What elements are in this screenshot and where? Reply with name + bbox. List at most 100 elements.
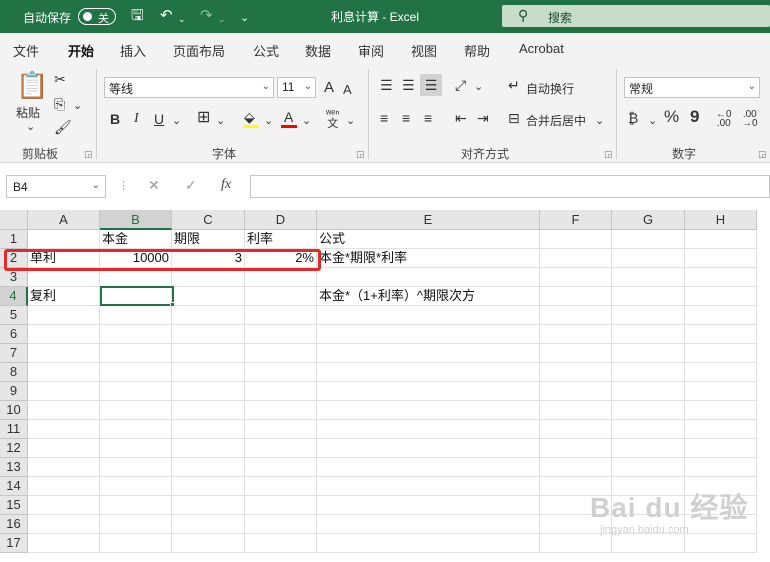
cell-g2[interactable] (612, 249, 685, 268)
cell-d17[interactable] (245, 534, 317, 553)
align-bottom-icon[interactable]: ☰ (420, 74, 442, 96)
column-header-h[interactable]: H (685, 210, 757, 230)
cell-a4[interactable]: 复利 (28, 287, 100, 306)
cell-g10[interactable] (612, 401, 685, 420)
phonetic-dropdown-icon[interactable]: ⌄ (346, 113, 355, 129)
bold-button[interactable]: B (110, 111, 120, 127)
copy-icon[interactable]: ⎘ (54, 96, 65, 112)
column-header-f[interactable]: F (540, 210, 612, 230)
cell-h9[interactable] (685, 382, 757, 401)
cell-c12[interactable] (172, 439, 245, 458)
cell-a17[interactable] (28, 534, 100, 553)
cell-g1[interactable] (612, 230, 685, 249)
format-painter-icon[interactable]: 🖌 (54, 119, 72, 135)
cell-a9[interactable] (28, 382, 100, 401)
cell-a8[interactable] (28, 363, 100, 382)
align-right-icon[interactable]: ≡ (424, 110, 432, 126)
row-header-6[interactable]: 6 (0, 325, 28, 344)
cell-e13[interactable] (317, 458, 540, 477)
paste-dropdown-icon[interactable]: ⌄ (26, 119, 35, 135)
cell-g7[interactable] (612, 344, 685, 363)
cell-h3[interactable] (685, 268, 757, 287)
decrease-decimal-icon[interactable]: .00 →0 (742, 110, 758, 129)
autosave-toggle[interactable]: 关 (78, 8, 116, 25)
cell-c10[interactable] (172, 401, 245, 420)
decrease-indent-icon[interactable]: ⇤ (455, 110, 467, 126)
cell-f2[interactable] (540, 249, 612, 268)
tab-view[interactable]: 视图 (411, 41, 437, 60)
cell-h7[interactable] (685, 344, 757, 363)
cancel-icon[interactable]: ✕ (148, 177, 160, 194)
cell-a14[interactable] (28, 477, 100, 496)
cell-h4[interactable] (685, 287, 757, 306)
row-header-8[interactable]: 8 (0, 363, 28, 382)
cell-a7[interactable] (28, 344, 100, 363)
cell-b8[interactable] (100, 363, 172, 382)
cell-h8[interactable] (685, 363, 757, 382)
cell-e11[interactable] (317, 420, 540, 439)
font-color-icon[interactable]: A (284, 109, 293, 125)
row-header-13[interactable]: 13 (0, 458, 28, 477)
cell-f8[interactable] (540, 363, 612, 382)
row-header-16[interactable]: 16 (0, 515, 28, 534)
borders-dropdown-icon[interactable]: ⌄ (216, 113, 225, 129)
cell-e15[interactable] (317, 496, 540, 515)
cell-b13[interactable] (100, 458, 172, 477)
row-header-14[interactable]: 14 (0, 477, 28, 496)
select-all-button[interactable] (0, 210, 28, 230)
row-header-9[interactable]: 9 (0, 382, 28, 401)
row-header-11[interactable]: 11 (0, 420, 28, 439)
cell-e4[interactable]: 本金*（1+利率）^期限次方 (317, 287, 540, 306)
borders-icon[interactable]: ⊞ (197, 110, 210, 126)
cell-g11[interactable] (612, 420, 685, 439)
cell-a13[interactable] (28, 458, 100, 477)
cell-e12[interactable] (317, 439, 540, 458)
cell-b15[interactable] (100, 496, 172, 515)
cell-d10[interactable] (245, 401, 317, 420)
redo-icon[interactable]: ↷ (200, 7, 213, 25)
name-box[interactable]: B4 ⌄ (6, 175, 106, 198)
row-header-17[interactable]: 17 (0, 534, 28, 553)
cell-c15[interactable] (172, 496, 245, 515)
cell-c16[interactable] (172, 515, 245, 534)
cell-e3[interactable] (317, 268, 540, 287)
cell-h13[interactable] (685, 458, 757, 477)
cell-f4[interactable] (540, 287, 612, 306)
underline-button[interactable]: U (154, 111, 164, 127)
cell-a16[interactable] (28, 515, 100, 534)
column-header-c[interactable]: C (172, 210, 245, 230)
font-size-combo[interactable]: 11 ⌄ (277, 77, 316, 98)
comma-style-button[interactable]: 9 (690, 108, 699, 125)
column-header-g[interactable]: G (612, 210, 685, 230)
orientation-icon[interactable]: ⤢ (455, 77, 466, 93)
cell-d6[interactable] (245, 325, 317, 344)
cell-e8[interactable] (317, 363, 540, 382)
cell-c17[interactable] (172, 534, 245, 553)
cell-g8[interactable] (612, 363, 685, 382)
row-header-10[interactable]: 10 (0, 401, 28, 420)
cell-c11[interactable] (172, 420, 245, 439)
cell-f10[interactable] (540, 401, 612, 420)
enter-icon[interactable]: ✓ (185, 177, 197, 194)
cell-g12[interactable] (612, 439, 685, 458)
cell-b7[interactable] (100, 344, 172, 363)
accounting-format-icon[interactable]: ₿ (628, 110, 638, 126)
row-header-15[interactable]: 15 (0, 496, 28, 515)
formula-input[interactable] (250, 175, 770, 198)
cell-e2[interactable]: 本金*期限*利率 (317, 249, 540, 268)
cell-g6[interactable] (612, 325, 685, 344)
cell-b5[interactable] (100, 306, 172, 325)
cell-h5[interactable] (685, 306, 757, 325)
font-launcher-icon[interactable]: ◲ (356, 149, 365, 160)
cell-d1[interactable]: 利率 (245, 230, 317, 249)
percent-style-button[interactable]: % (664, 108, 679, 125)
cell-f12[interactable] (540, 439, 612, 458)
fill-color-dropdown-icon[interactable]: ⌄ (264, 113, 273, 129)
column-header-a[interactable]: A (28, 210, 100, 230)
row-header-7[interactable]: 7 (0, 344, 28, 363)
tab-page-layout[interactable]: 页面布局 (173, 41, 225, 60)
column-header-e[interactable]: E (317, 210, 540, 230)
cell-g9[interactable] (612, 382, 685, 401)
underline-dropdown-icon[interactable]: ⌄ (172, 113, 181, 129)
cell-c8[interactable] (172, 363, 245, 382)
